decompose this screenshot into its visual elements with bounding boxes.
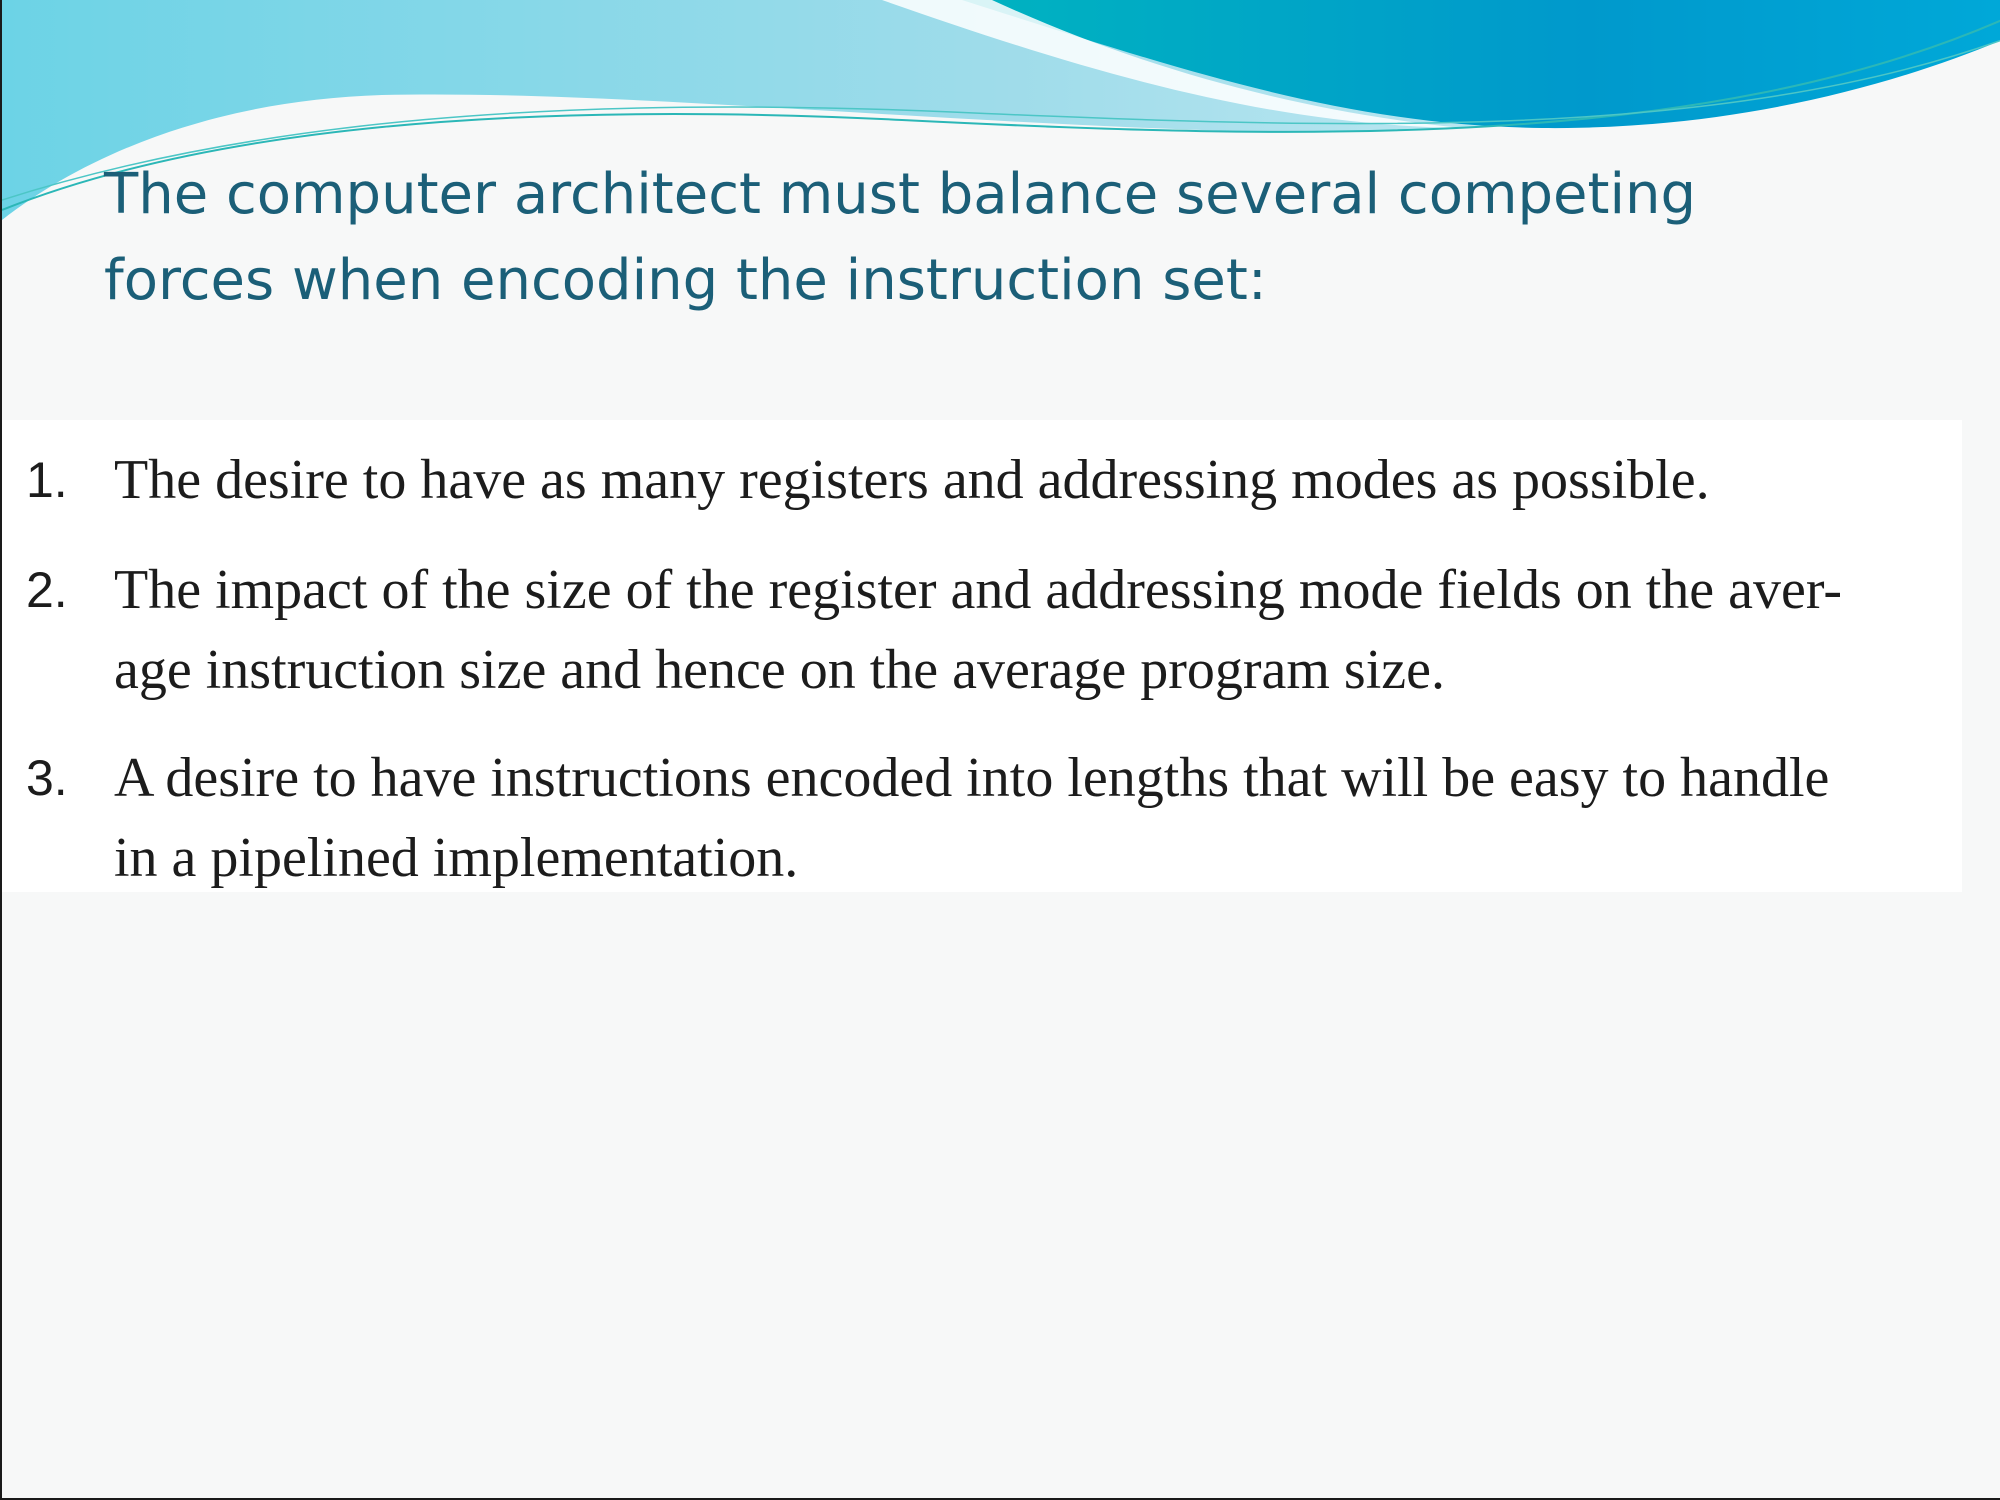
item-text: The impact of the size of the register a… — [114, 559, 1843, 621]
item-text: A desire to have instructions encoded in… — [114, 747, 1830, 809]
item-text: The desire to have as many registers and… — [114, 449, 1710, 511]
slide-title: The computer architect must balance seve… — [104, 152, 1904, 324]
item-number: 1. — [26, 452, 68, 508]
title-line-1: The computer architect must balance seve… — [104, 162, 1697, 227]
item-number: 3. — [26, 750, 68, 806]
slide: The computer architect must balance seve… — [0, 0, 2000, 1500]
item-text: age instruction size and hence on the av… — [114, 639, 1445, 701]
item-number: 2. — [26, 562, 68, 618]
item-text: in a pipelined implementation. — [114, 827, 799, 889]
title-line-2: forces when encoding the instruction set… — [104, 248, 1267, 313]
numbered-list: 1. The desire to have as many registers … — [2, 420, 1962, 892]
